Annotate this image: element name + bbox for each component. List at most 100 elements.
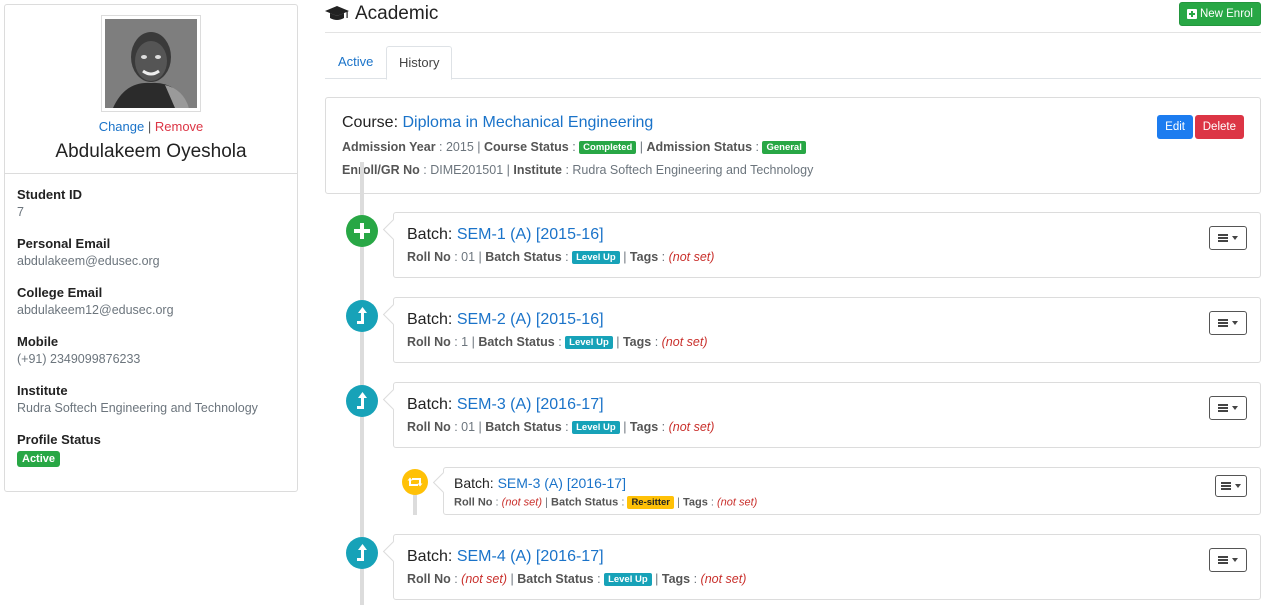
batch-name-link[interactable]: SEM-3 (A) [2016-17]	[498, 475, 626, 491]
batch-prefix: Batch:	[407, 548, 453, 565]
admission-status-label: Admission Status	[646, 140, 753, 154]
info-profile-status: Profile Status Active	[17, 432, 287, 481]
roll-label: Roll No	[407, 250, 451, 264]
page-title-text: Academic	[355, 3, 439, 24]
batch-title: Batch: SEM-3 (A) [2016-17]	[407, 396, 604, 414]
batch-status-badge: Level Up	[604, 573, 652, 587]
caret-down-icon	[1232, 321, 1238, 325]
menu-lines-icon	[1218, 556, 1228, 564]
info-label: Mobile	[17, 334, 59, 349]
tags-value: (not set)	[700, 572, 747, 586]
roll-label: Roll No	[407, 572, 451, 586]
course-card: Course: Diploma in Mechanical Engineerin…	[325, 97, 1261, 194]
batch-actions-menu-button[interactable]	[1209, 396, 1247, 420]
graduation-cap-icon	[325, 6, 349, 20]
batch-title: Batch: SEM-3 (A) [2016-17]	[454, 475, 626, 491]
batch-card: Batch: SEM-3 (A) [2016-17] Roll No : (no…	[443, 467, 1261, 515]
course-details-line: Admission Year : 2015 | Course Status : …	[342, 140, 806, 155]
sidebar-divider	[5, 173, 297, 174]
course-enroll-line: Enroll/GR No : DIME201501 | Institute : …	[342, 163, 814, 177]
page-title: Academic	[325, 3, 438, 25]
batch-name-link[interactable]: SEM-1 (A) [2015-16]	[457, 226, 604, 243]
profile-info-list: Student ID 7 Personal Email abdulakeem@e…	[17, 187, 287, 481]
batch-actions-menu-button[interactable]	[1209, 226, 1247, 250]
retweet-icon	[402, 469, 428, 495]
tags-label: Tags	[629, 420, 659, 434]
change-photo-link[interactable]: Change	[99, 119, 145, 134]
batch-card: Batch: SEM-2 (A) [2015-16] Roll No : 1 |…	[393, 297, 1261, 363]
info-label: College Email	[17, 285, 103, 300]
tags-label: Tags	[629, 250, 659, 264]
info-personal-email: Personal Email abdulakeem@edusec.org	[17, 236, 287, 285]
remove-photo-link[interactable]: Remove	[155, 119, 203, 134]
batch-details: Roll No : (not set) | Batch Status : Lev…	[407, 572, 747, 587]
caret-down-icon	[1232, 406, 1238, 410]
batch-status-badge: Level Up	[572, 421, 620, 435]
photo-actions-separator: |	[147, 119, 152, 134]
course-prefix: Course:	[342, 114, 399, 131]
batch-actions-menu-button[interactable]	[1209, 548, 1247, 572]
tags-label: Tags	[622, 335, 652, 349]
batch-name-link[interactable]: SEM-4 (A) [2016-17]	[457, 548, 604, 565]
roll-value: (not set)	[501, 496, 543, 509]
enroll-label: Enroll/GR No	[342, 163, 420, 177]
tags-label: Tags	[661, 572, 691, 586]
batch-card: Batch: SEM-1 (A) [2015-16] Roll No : 01 …	[393, 212, 1261, 278]
tags-label: Tags	[682, 496, 708, 509]
batch-title: Batch: SEM-1 (A) [2015-16]	[407, 226, 604, 244]
menu-lines-icon	[1218, 404, 1228, 412]
batch-prefix: Batch:	[407, 226, 453, 243]
batch-name-link[interactable]: SEM-3 (A) [2016-17]	[457, 396, 604, 413]
course-name-link[interactable]: Diploma in Mechanical Engineering	[402, 114, 653, 131]
roll-label: Roll No	[407, 420, 451, 434]
institute-value: Rudra Softech Engineering and Technology	[572, 163, 814, 177]
delete-course-button[interactable]: Delete	[1194, 115, 1244, 139]
batch-actions-menu-button[interactable]	[1209, 311, 1247, 335]
batch-details: Roll No : 01 | Batch Status : Level Up |…	[407, 250, 715, 265]
tags-value: (not set)	[717, 496, 758, 509]
student-photo	[101, 15, 201, 112]
roll-value: 01	[461, 420, 476, 434]
tab-history[interactable]: History	[386, 46, 453, 80]
menu-lines-icon	[1218, 319, 1228, 327]
caret-down-icon	[1235, 484, 1241, 488]
info-value: 7	[17, 205, 24, 219]
photo-actions: Change | Remove	[5, 119, 297, 134]
status-badge: Active	[17, 451, 61, 467]
batch-status-label: Batch Status	[551, 496, 619, 509]
batch-name-link[interactable]: SEM-2 (A) [2015-16]	[457, 311, 604, 328]
enroll-value: DIME201501	[430, 163, 504, 177]
batch-card: Batch: SEM-4 (A) [2016-17] Roll No : (no…	[393, 534, 1261, 600]
level-up-icon	[346, 537, 378, 569]
caret-down-icon	[1232, 558, 1238, 562]
batch-prefix: Batch:	[454, 475, 494, 491]
batch-prefix: Batch:	[407, 311, 453, 328]
batch-card: Batch: SEM-3 (A) [2016-17] Roll No : 01 …	[393, 382, 1261, 448]
batch-status-label: Batch Status	[478, 335, 555, 349]
info-mobile: Mobile (+91) 2349099876233	[17, 334, 287, 383]
batch-status-label: Batch Status	[485, 250, 562, 264]
info-college-email: College Email abdulakeem12@edusec.org	[17, 285, 287, 334]
info-label: Profile Status	[17, 432, 101, 447]
batch-status-label: Batch Status	[517, 572, 594, 586]
menu-lines-icon	[1218, 234, 1228, 242]
plus-icon	[346, 215, 378, 247]
info-institute: Institute Rudra Softech Engineering and …	[17, 383, 287, 432]
student-profile-panel: Change | Remove Abdulakeem Oyeshola Stud…	[4, 4, 298, 492]
edit-course-button[interactable]: Edit	[1157, 115, 1193, 139]
course-status-label: Course Status	[484, 140, 569, 154]
batch-status-label: Batch Status	[485, 420, 562, 434]
batch-actions-menu-button[interactable]	[1215, 475, 1247, 497]
admission-year-label: Admission Year	[342, 140, 436, 154]
course-status-badge: Completed	[579, 141, 637, 155]
new-enrol-button[interactable]: New Enrol	[1178, 2, 1261, 26]
course-title: Course: Diploma in Mechanical Engineerin…	[342, 114, 653, 132]
level-up-icon	[346, 300, 378, 332]
level-up-icon	[346, 385, 378, 417]
plus-square-icon	[1186, 9, 1197, 19]
new-enrol-label: New Enrol	[1199, 8, 1253, 20]
roll-value: 1	[461, 335, 469, 349]
tags-value: (not set)	[661, 335, 708, 349]
roll-value: (not set)	[461, 572, 508, 586]
tab-active[interactable]: Active	[326, 46, 385, 79]
